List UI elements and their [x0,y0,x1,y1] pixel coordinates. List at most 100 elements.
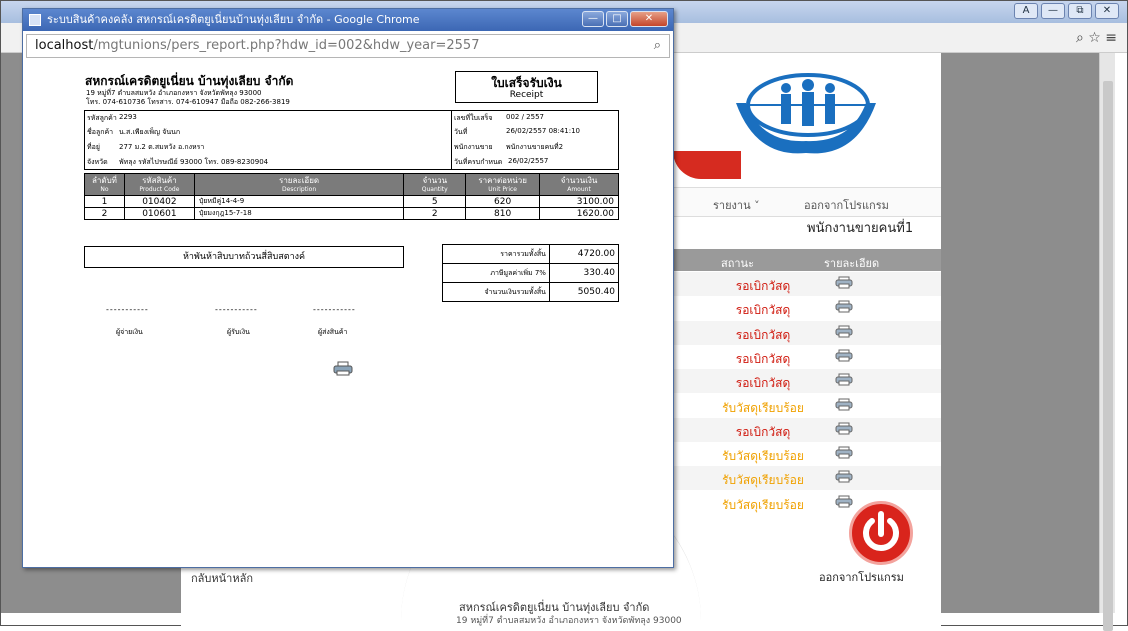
printer-icon[interactable] [835,422,853,435]
status-row: รอเบิกวัสดุ [673,272,941,296]
vat-value: 330.40 [548,263,620,283]
staff-label: พนักงานขายคนที่1 [807,221,914,236]
profile-button[interactable]: A [1014,3,1038,19]
vat-label: ภาษีมูลค่าเพิ่ม 7% [442,263,550,283]
customer-code-label: รหัสลูกค้า [87,114,117,122]
printer-icon[interactable] [835,495,853,508]
item-code: 010601 [123,207,195,220]
col-code: รหัสสินค้า Product Code [123,173,195,196]
status-text: รับวัสดุเรียบร้อย [722,473,804,488]
deliverer-label: ผู้ส่งสินค้า [318,328,348,336]
seller-label: พนักงานขาย [454,143,493,151]
totals-table: ราคารวมทั้งสิ้น 4720.00 ภาษีมูลค่าเพิ่ม 7… [442,244,620,302]
printer-icon[interactable] [835,325,853,338]
status-row: รอเบิกวัสดุ [673,417,941,442]
close-button[interactable]: ✕ [1095,3,1119,19]
zoom-icon[interactable]: ⌕ [654,38,661,53]
receipt-title-en: Receipt [509,90,544,100]
popup-close-button[interactable]: ✕ [630,11,668,27]
items-header-row: ลำดับที่ No รหัสสินค้า Product Code รายละเ… [84,173,619,196]
item-qty: 5 [403,195,467,208]
home-link[interactable]: กลับหน้าหลัก [191,569,253,587]
customer-province-label: จังหวัด [87,158,108,166]
printer-icon[interactable] [333,361,353,376]
customer-name-label: ชื่อลูกค้า [87,128,114,136]
popup-address-bar[interactable]: localhost/mgtunions/pers_report.php?hdw_… [26,34,670,58]
printer-icon[interactable] [835,446,853,459]
item-code: 010402 [123,195,195,208]
payer-label: ผู้จ่ายเงิน [116,328,143,336]
status-row: รับวัสดุเรียบร้อย [673,394,941,418]
menu-report[interactable]: รายงาน ˅ [713,196,760,214]
printer-icon[interactable] [835,349,853,362]
col-desc: รายละเอียด Description [193,173,405,196]
customer-info-box: รหัสลูกค้า 2293 ชื่อลูกค้า น.ส.เพียงเพ็ญ… [84,110,452,170]
status-text: รอเบิกวัสดุ [735,303,791,318]
printer-icon[interactable] [835,276,853,289]
item-desc: ปุ๋ยหมีคู่14-4-9 [193,195,405,208]
total-label: จำนวนเงินรวมทั้งสิ้น [442,282,550,302]
item-qty: 2 [403,207,467,220]
status-row: รับวัสดุเรียบร้อย [673,442,941,466]
menu-logout[interactable]: ออกจากโปรแกรม [804,196,889,214]
col-no: ลำดับที่ No [84,173,125,196]
popup-title-bar: ระบบสินค้าคงคลัง สหกรณ์เครดิตยูเนี่ยนบ้า… [23,9,673,31]
column-detail: รายละเอียด [824,257,880,270]
item-price: 620 [465,195,541,208]
subtotal-label: ราคารวมทั้งสิ้น [442,244,550,264]
status-text: รับวัสดุเรียบร้อย [722,449,804,464]
item-amount: 1620.00 [539,207,619,220]
maximize-button[interactable]: ⧉ [1068,3,1092,19]
customer-address-label: ที่อยู่ [87,143,100,151]
col-qty: จำนวน Quantity [403,173,467,196]
col-amount: จำนวนเงิน Amount [539,173,619,196]
power-label[interactable]: ออกจากโปรแกรม [819,568,904,586]
status-text: รับวัสดุเรียบร้อย [722,400,804,415]
status-text: รอเบิกวัสดุ [735,376,791,391]
item-no: 1 [84,195,125,208]
subtotal-value: 4720.00 [548,244,620,264]
popup-url[interactable]: localhost/mgtunions/pers_report.php?hdw_… [35,38,479,53]
receiver-label: ผู้รับเงิน [227,328,250,336]
printer-icon[interactable] [835,300,853,313]
receipt-no-label: เลขที่ใบเสร็จ [454,114,493,122]
power-icon[interactable] [849,501,913,565]
printer-icon[interactable] [835,470,853,483]
customer-code: 2293 [119,113,137,121]
popup-window-controls: — □ ✕ [582,11,668,27]
customer-province: พัทลุง รหัสไปรษณีย์ 93000 โทร. 089-82309… [119,158,269,166]
col-price: ราคาต่อหน่วย Unit Price [465,173,541,196]
status-text: รับวัสดุเรียบร้อย [722,497,804,512]
payer-signature-line: ----------- [106,305,149,314]
receipt-date-label: วันที่ [454,128,468,136]
vat-row: ภาษีมูลค่าเพิ่ม 7% 330.40 [442,263,620,283]
background-window-controls: A — ⧉ ✕ [1014,3,1119,19]
union-logo-icon [736,73,876,154]
subtotal-row: ราคารวมทั้งสิ้น 4720.00 [442,244,620,264]
receipt-title-box: ใบเสร็จรับเงิน Receipt [455,71,598,103]
table-row: 1 010402 ปุ๋ยหมีคู่14-4-9 5 620 3100.00 [84,195,619,208]
popup-title: ระบบสินค้าคงคลัง สหกรณ์เครดิตยูเนี่ยนบ้า… [47,13,420,26]
popup-minimize-button[interactable]: — [582,11,604,27]
receipt-date: 26/02/2557 08:41:10 [506,127,581,135]
due-date-label: วันที่ครบกำหนด [454,158,503,166]
status-text: รอเบิกวัสดุ [735,424,791,439]
page-icon [29,14,41,26]
item-price: 810 [465,207,541,220]
printer-icon[interactable] [835,398,853,411]
receipt-org-phone: โทร. 074-610736 โทรสาร. 074-610947 มือถื… [86,98,290,106]
total-value: 5050.40 [548,282,620,302]
items-table: ลำดับที่ No รหัสสินค้า Product Code รายละเ… [84,173,619,220]
item-amount: 3100.00 [539,195,619,208]
customer-name: น.ส.เพียงเพ็ญ จันนก [119,128,181,136]
popup-maximize-button[interactable]: □ [606,11,628,27]
scrollbar-thumb[interactable] [1103,81,1113,631]
total-row: จำนวนเงินรวมทั้งสิ้น 5050.40 [442,282,620,302]
minimize-button[interactable]: — [1041,3,1065,19]
status-row: รอเบิกวัสดุ [673,296,941,320]
scrollbar[interactable] [1099,53,1115,631]
table-row: 2 010601 ปุ๋ยมงกุฎ15-7-18 2 810 1620.00 [84,207,619,220]
receipt-meta-box: เลขที่ใบเสร็จ 002 / 2557 วันที่ 26/02/25… [452,110,619,170]
printer-icon[interactable] [835,373,853,386]
zoom-star-menu-icons[interactable]: ⌕ ☆ ≡ [1076,30,1117,46]
